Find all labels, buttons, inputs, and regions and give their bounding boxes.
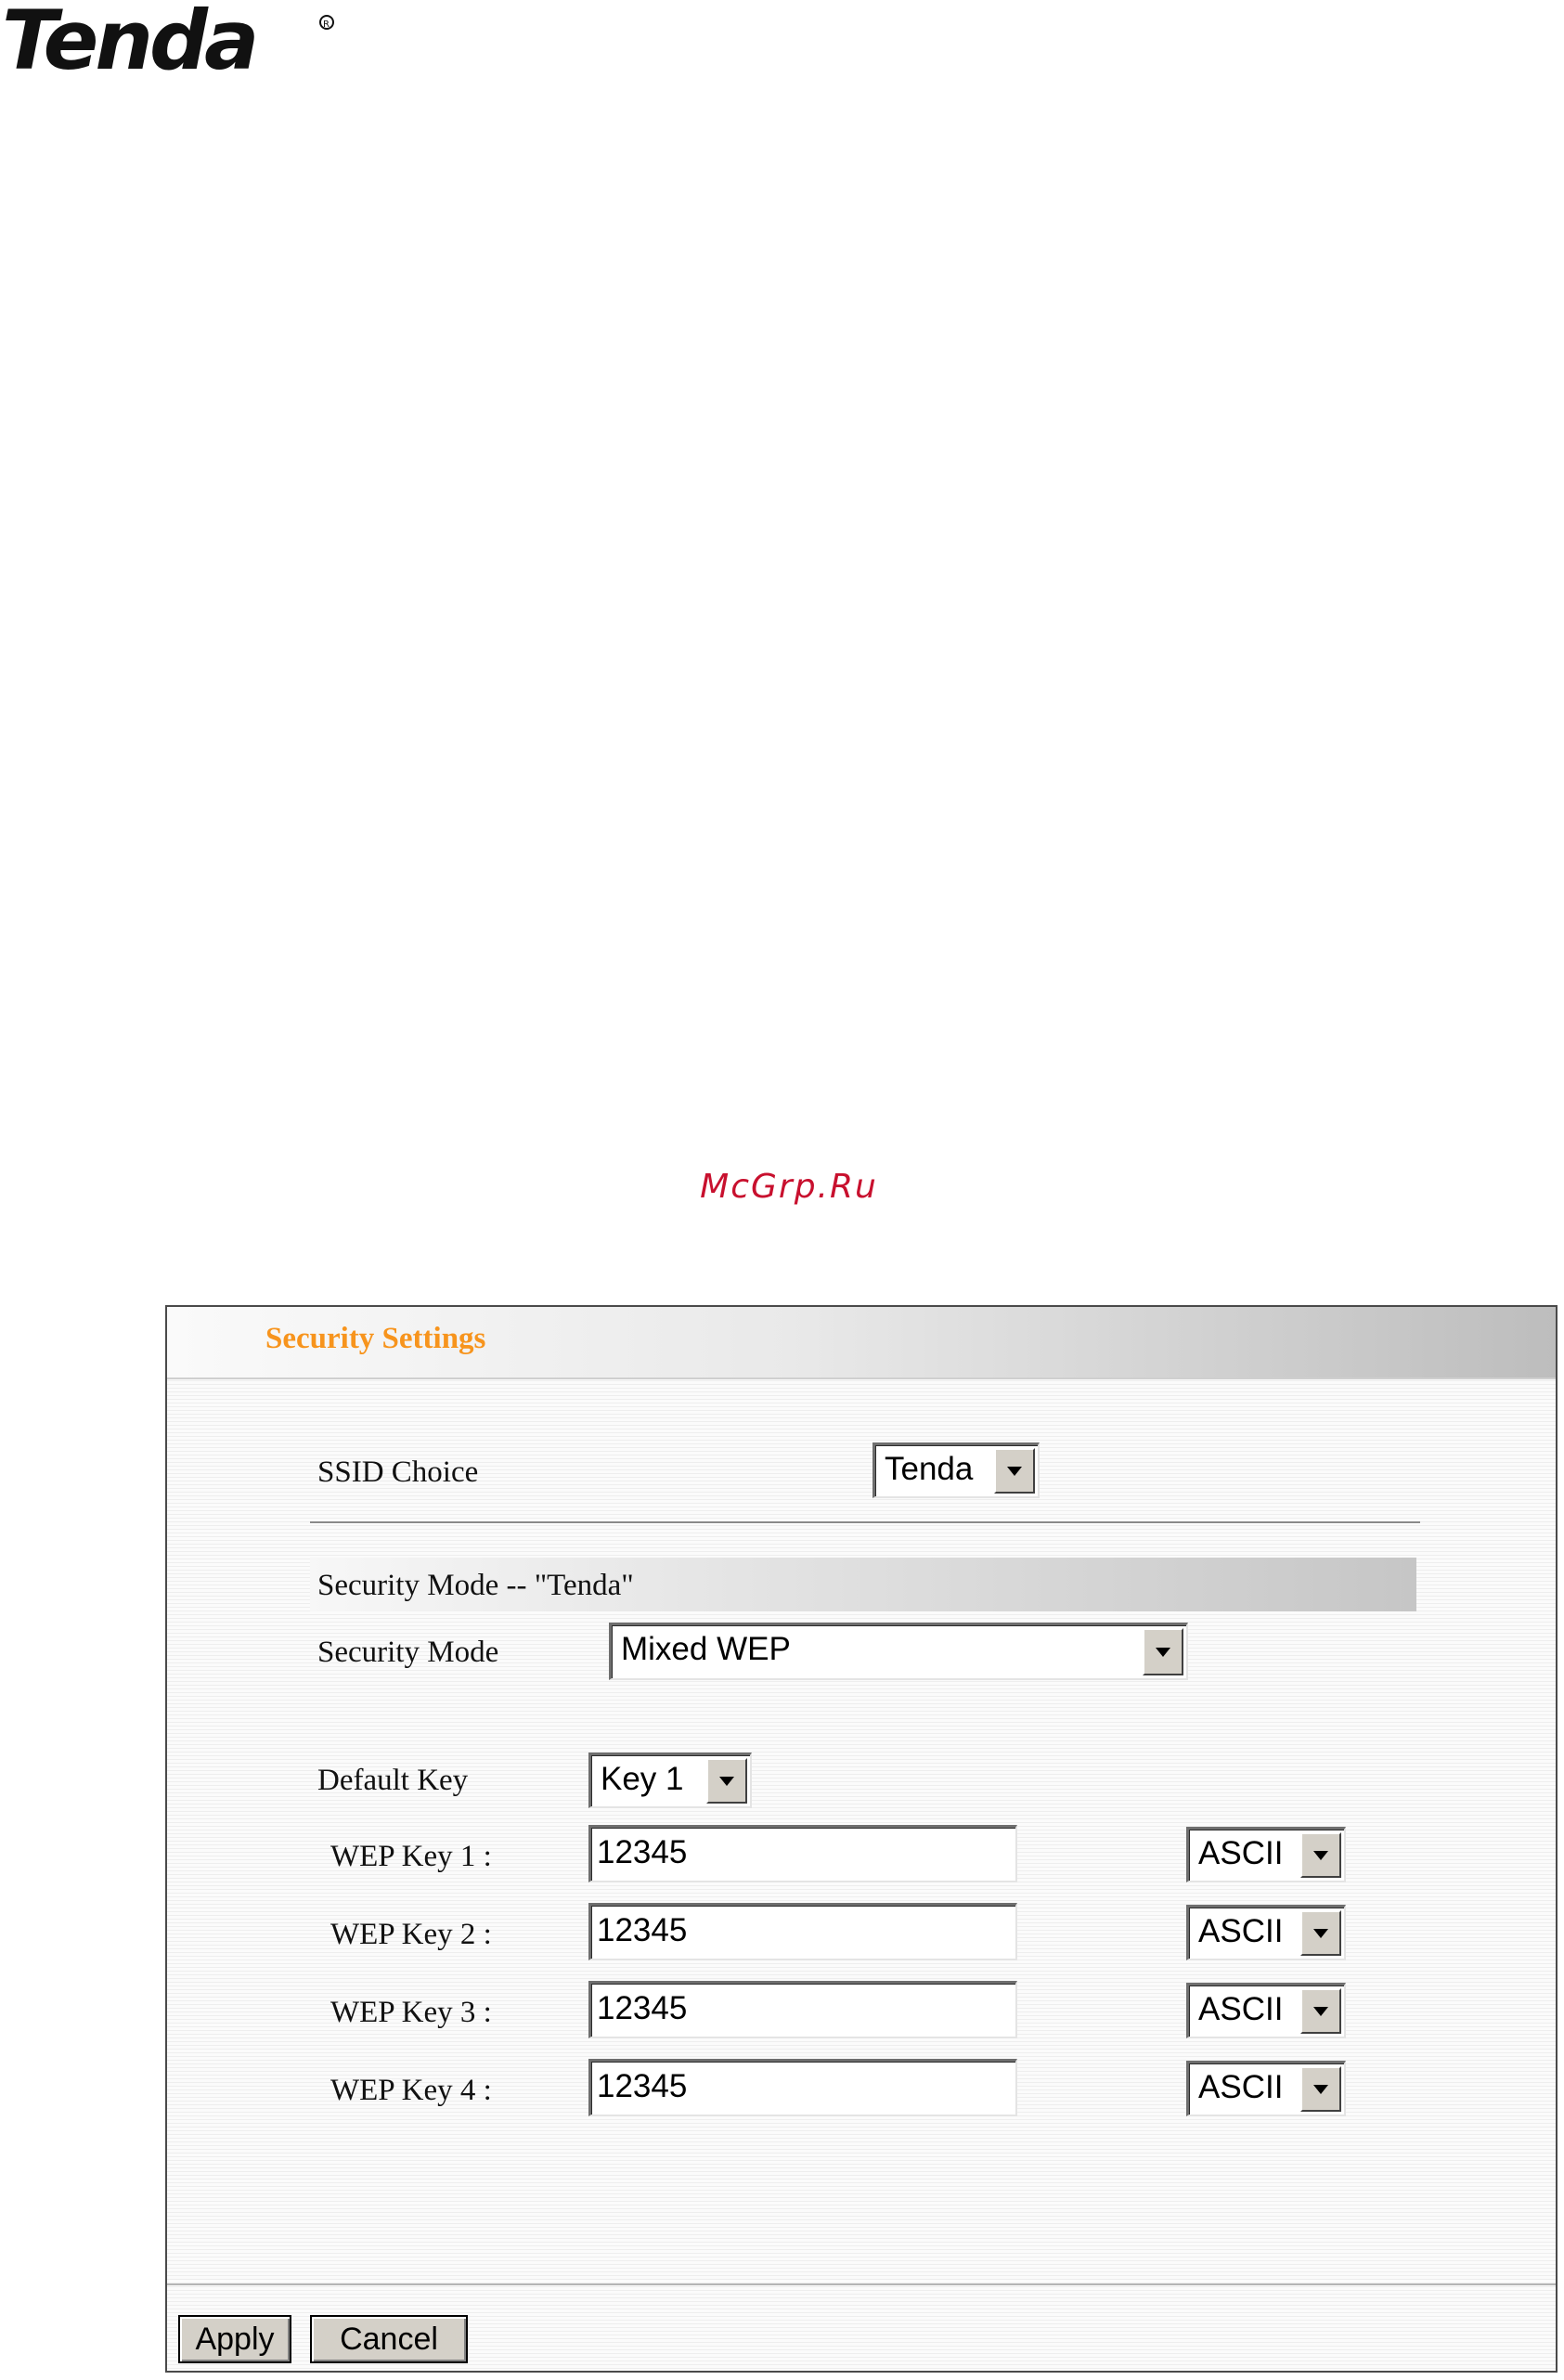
security-mode-value: Mixed WEP <box>621 1631 791 1667</box>
panel-header: Security Settings <box>167 1307 1556 1379</box>
chevron-down-icon[interactable] <box>1300 1988 1341 2034</box>
default-key-label: Default Key <box>317 1764 469 1797</box>
wep-key-4-format-value: ASCII <box>1198 2069 1284 2105</box>
chevron-down-icon[interactable] <box>1300 1832 1341 1878</box>
watermark-text: McGrp.Ru <box>700 1168 878 1206</box>
default-key-select[interactable]: Key 1 <box>588 1753 752 1808</box>
panel-title: Security Settings <box>265 1322 486 1355</box>
wep-key-2-value: 12345 <box>597 1912 688 1948</box>
tenda-logo: Tenda R <box>0 0 343 76</box>
security-settings-panel: Security Settings SSID Choice Tenda Secu… <box>165 1305 1558 2373</box>
wep-key-1-format-value: ASCII <box>1198 1835 1284 1871</box>
svg-text:Tenda: Tenda <box>2 0 255 76</box>
security-mode-section-title: Security Mode -- "Tenda" <box>317 1569 634 1602</box>
chevron-down-icon[interactable] <box>1300 1910 1341 1956</box>
wep-key-1-format-select[interactable]: ASCII <box>1186 1827 1346 1882</box>
wep-key-label: WEP Key 1 : <box>330 1840 492 1873</box>
wep-key-3-format-select[interactable]: ASCII <box>1186 1983 1346 2038</box>
wep-key-label: WEP Key 4 : <box>330 2074 492 2107</box>
chevron-down-icon[interactable] <box>706 1758 747 1804</box>
chevron-down-icon[interactable] <box>994 1448 1035 1494</box>
wep-key-label: WEP Key 3 : <box>330 1996 492 2029</box>
wep-key-3-format-value: ASCII <box>1198 1991 1284 2027</box>
footer-divider <box>167 2283 1556 2285</box>
wep-key-4-input[interactable]: 12345 <box>588 2059 1017 2116</box>
cancel-button[interactable]: Cancel <box>310 2315 468 2363</box>
ssid-choice-label: SSID Choice <box>317 1455 479 1489</box>
ssid-choice-value: Tenda <box>885 1451 974 1487</box>
wep-key-2-format-select[interactable]: ASCII <box>1186 1905 1346 1960</box>
svg-text:R: R <box>323 19 330 30</box>
security-mode-label: Security Mode <box>317 1636 499 1669</box>
wep-key-4-value: 12345 <box>597 2068 688 2104</box>
ssid-choice-select[interactable]: Tenda <box>872 1442 1040 1498</box>
wep-key-1-value: 12345 <box>597 1834 688 1870</box>
wep-key-2-input[interactable]: 12345 <box>588 1903 1017 1960</box>
tenda-logo-mark: Tenda R <box>2 0 334 76</box>
section-divider <box>310 1521 1420 1524</box>
wep-key-3-value: 12345 <box>597 1990 688 2026</box>
chevron-down-icon[interactable] <box>1300 2066 1341 2112</box>
chevron-down-icon[interactable] <box>1143 1628 1183 1675</box>
wep-key-1-input[interactable]: 12345 <box>588 1825 1017 1882</box>
wep-key-3-input[interactable]: 12345 <box>588 1981 1017 2038</box>
wep-key-label: WEP Key 2 : <box>330 1918 492 1951</box>
wep-key-4-format-select[interactable]: ASCII <box>1186 2061 1346 2116</box>
default-key-value: Key 1 <box>601 1761 684 1797</box>
security-mode-select[interactable]: Mixed WEP <box>609 1623 1188 1680</box>
wep-key-2-format-value: ASCII <box>1198 1913 1284 1949</box>
apply-button[interactable]: Apply <box>178 2315 291 2363</box>
